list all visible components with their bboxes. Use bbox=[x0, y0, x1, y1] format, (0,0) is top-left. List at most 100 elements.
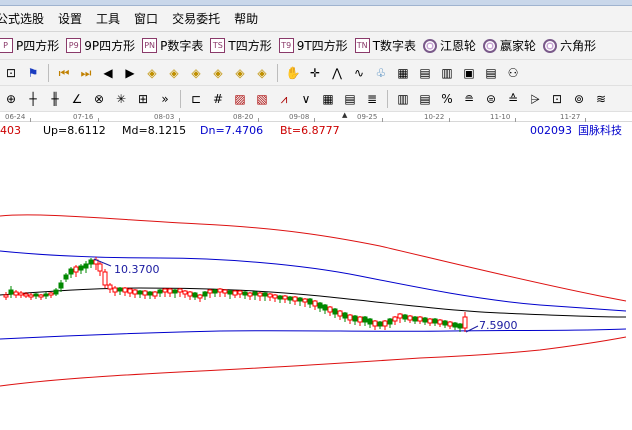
stock-name: 国脉科技 bbox=[578, 124, 622, 137]
rabbit-icon[interactable]: ♧ bbox=[372, 64, 390, 82]
candle-body bbox=[222, 289, 228, 294]
candle-body bbox=[23, 293, 29, 297]
high-annotation: 10.3700 bbox=[114, 263, 160, 276]
chart-table-icon[interactable]: ▥ bbox=[438, 64, 456, 82]
fib-arc-icon[interactable]: ≙ bbox=[504, 90, 522, 108]
more-icon[interactable]: » bbox=[156, 90, 174, 108]
grid-table-icon[interactable]: ▤ bbox=[416, 64, 434, 82]
diamond-up2-icon[interactable]: ◈ bbox=[231, 64, 249, 82]
candle-body bbox=[88, 259, 94, 265]
zoom-icon[interactable]: ⊡ bbox=[2, 64, 20, 82]
date-label: 09-08 bbox=[289, 113, 310, 121]
info-bt-value: Bt=6.8777 bbox=[280, 124, 340, 137]
draw-tool-4[interactable]: T9 9T四方形 bbox=[278, 37, 348, 54]
circle-cross-icon[interactable]: ⊕ bbox=[2, 90, 20, 108]
candle-body bbox=[177, 288, 183, 293]
draw-tool-3[interactable]: TS T四方形 bbox=[210, 37, 272, 54]
draw-tool-label: P数字表 bbox=[160, 39, 204, 53]
candle-body bbox=[427, 318, 433, 324]
fib-box-icon[interactable]: ⊡ bbox=[548, 90, 566, 108]
draw-tool-label: 六角形 bbox=[560, 39, 597, 53]
date-label: 08-03 bbox=[154, 113, 175, 121]
hand-icon[interactable]: ✋ bbox=[284, 64, 302, 82]
menu-item-4[interactable]: 交易委托 bbox=[165, 10, 227, 27]
candle-body bbox=[357, 316, 363, 323]
first-bar-icon[interactable]: ⏮ bbox=[55, 64, 73, 82]
draw-tool-8[interactable]: 六角形 bbox=[543, 37, 596, 54]
table-edit-icon[interactable]: ▤ bbox=[416, 90, 434, 108]
calendar-icon[interactable]: ▦ bbox=[394, 64, 412, 82]
diamond-right-icon[interactable]: ◈ bbox=[209, 64, 227, 82]
menu-item-1[interactable]: 设置 bbox=[51, 10, 89, 27]
candle-body bbox=[317, 302, 323, 309]
draw-tool-7[interactable]: 嬴家轮 bbox=[483, 37, 536, 54]
hatch-icon[interactable]: ▨ bbox=[231, 90, 249, 108]
candle-body bbox=[352, 315, 358, 322]
candle-body bbox=[182, 290, 188, 295]
fib-retrace-icon[interactable]: ≋ bbox=[592, 90, 610, 108]
draw-tool-5[interactable]: TN T数字表 bbox=[354, 37, 416, 54]
diamond-left-icon[interactable]: ◈ bbox=[143, 64, 161, 82]
wave-icon[interactable]: ∿ bbox=[350, 64, 368, 82]
angle-icon[interactable]: ∠ bbox=[68, 90, 86, 108]
candle-body bbox=[327, 306, 333, 313]
candle-body bbox=[147, 291, 153, 296]
coin-icon[interactable]: ⊜ bbox=[482, 90, 500, 108]
v-icon[interactable]: ∨ bbox=[297, 90, 315, 108]
diamond-cross-icon[interactable]: ◈ bbox=[253, 64, 271, 82]
lines-icon[interactable]: ≣ bbox=[363, 90, 381, 108]
fib-grid-icon[interactable]: ▤ bbox=[341, 90, 359, 108]
bars-up-icon[interactable]: ╫ bbox=[46, 90, 64, 108]
price-chart[interactable]: 10.3700 7.5900 bbox=[0, 140, 632, 430]
fan-icon[interactable]: ⩘ bbox=[275, 90, 293, 108]
candle-body bbox=[397, 313, 403, 319]
draw-tool-2[interactable]: PN P数字表 bbox=[142, 37, 203, 54]
candle-body bbox=[28, 294, 34, 298]
menu-item-0[interactable]: 公式选股 bbox=[0, 10, 51, 27]
candle-body bbox=[18, 292, 24, 296]
draw-tool-label: T四方形 bbox=[228, 39, 272, 53]
grid-icon[interactable]: ▦ bbox=[319, 90, 337, 108]
fib-icon[interactable]: ≘ bbox=[460, 90, 478, 108]
price-chart-svg[interactable]: 10.3700 7.5900 bbox=[0, 140, 632, 430]
trader-icon[interactable]: ⚇ bbox=[504, 64, 522, 82]
candle-body bbox=[48, 292, 54, 296]
grid-box-icon[interactable]: ⊞ bbox=[134, 90, 152, 108]
zigzag-icon[interactable]: ⋀ bbox=[328, 64, 346, 82]
low-annotation: 7.5900 bbox=[479, 319, 518, 332]
gann-wheel-icon bbox=[423, 38, 438, 53]
draw-tool-0[interactable]: P P四方形 bbox=[0, 37, 59, 54]
draw-tool-label: 9T四方形 bbox=[296, 39, 348, 53]
draw-tool-1[interactable]: P9 9P四方形 bbox=[66, 37, 135, 54]
menu-item-5[interactable]: 帮助 bbox=[227, 10, 265, 27]
candle-body bbox=[202, 291, 208, 297]
candle-body bbox=[432, 318, 438, 324]
save-icon[interactable]: ▣ bbox=[460, 64, 478, 82]
candle-body bbox=[227, 290, 233, 295]
date-tick bbox=[30, 118, 31, 122]
draw-tool-6[interactable]: 江恩轮 bbox=[423, 37, 476, 54]
menu-item-3[interactable]: 窗口 bbox=[127, 10, 165, 27]
target-icon[interactable]: ⊗ bbox=[90, 90, 108, 108]
bars-icon[interactable]: ┼ bbox=[24, 90, 42, 108]
lower-band-line bbox=[0, 336, 627, 387]
candle-body bbox=[462, 316, 468, 329]
flag-icon[interactable]: ⚑ bbox=[24, 64, 42, 82]
hline-icon[interactable]: ⊏ bbox=[187, 90, 205, 108]
hash-icon[interactable]: # bbox=[209, 90, 227, 108]
up-stair-icon[interactable]: ⩥ bbox=[526, 90, 544, 108]
candle-body bbox=[137, 290, 143, 295]
diamond-up-icon[interactable]: ◈ bbox=[165, 64, 183, 82]
snowflake-icon[interactable]: ✳ bbox=[112, 90, 130, 108]
last-bar-icon[interactable]: ⏭ bbox=[77, 64, 95, 82]
square-hatch-icon[interactable]: ▧ bbox=[253, 90, 271, 108]
ring-icon[interactable]: ⊚ bbox=[570, 90, 588, 108]
bar-table-icon[interactable]: ▥ bbox=[394, 90, 412, 108]
diamond-down-icon[interactable]: ◈ bbox=[187, 64, 205, 82]
menu-item-2[interactable]: 工具 bbox=[89, 10, 127, 27]
report-icon[interactable]: ▤ bbox=[482, 64, 500, 82]
percent-icon[interactable]: % bbox=[438, 90, 456, 108]
crosshair-icon[interactable]: ✛ bbox=[306, 64, 324, 82]
prev-icon[interactable]: ◀ bbox=[99, 64, 117, 82]
next-icon[interactable]: ▶ bbox=[121, 64, 139, 82]
